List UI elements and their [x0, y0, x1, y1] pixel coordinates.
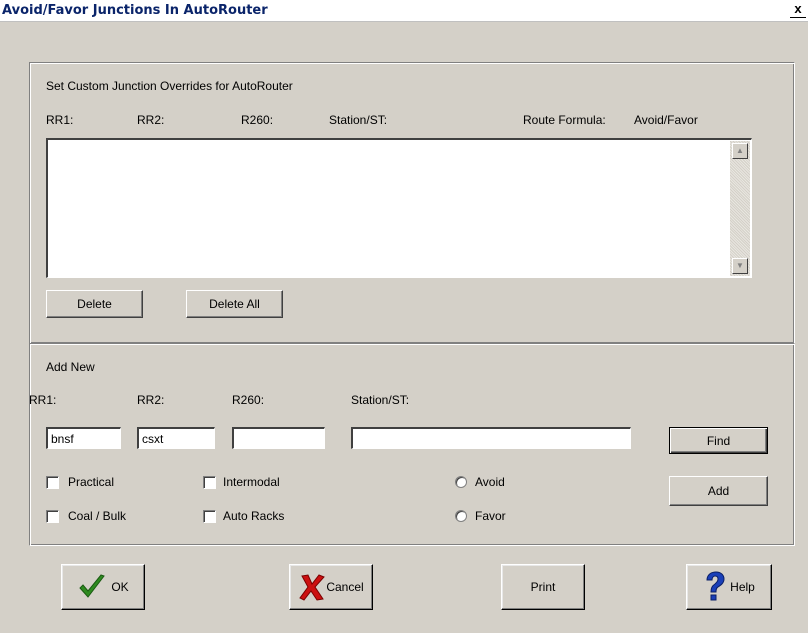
column-header-avoid-favor: Avoid/Favor: [634, 113, 698, 127]
delete-all-button[interactable]: Delete All: [186, 290, 283, 318]
column-header-rr1: RR1:: [46, 113, 74, 127]
auto-racks-checkbox[interactable]: Auto Racks: [203, 508, 284, 524]
favor-radio-circle[interactable]: [455, 510, 467, 522]
rr2-label: RR2:: [137, 393, 165, 407]
title-bar: Avoid/Favor Junctions In AutoRouter x: [0, 0, 808, 22]
favor-radio-label: Favor: [475, 509, 506, 523]
scroll-up-arrow-icon[interactable]: ▲: [732, 143, 748, 159]
avoid-radio[interactable]: Avoid: [455, 474, 505, 490]
scroll-down-arrow-icon[interactable]: ▼: [732, 258, 748, 274]
r260-label: R260:: [232, 393, 265, 407]
help-button[interactable]: Help: [686, 564, 772, 610]
cancel-button[interactable]: Cancel: [289, 564, 373, 610]
overrides-listbox[interactable]: ▲ ▼: [46, 138, 752, 278]
coal-bulk-checkbox-box[interactable]: [46, 509, 59, 523]
ok-button[interactable]: OK: [61, 564, 145, 610]
avoid-radio-circle[interactable]: [455, 476, 467, 488]
window-title: Avoid/Favor Junctions In AutoRouter: [2, 3, 268, 18]
red-x-icon: [298, 572, 326, 602]
auto-racks-checkbox-label: Auto Racks: [223, 509, 285, 523]
column-header-rr2: RR2:: [137, 113, 165, 127]
find-button[interactable]: Find: [669, 427, 768, 454]
help-button-label: Help: [730, 580, 755, 594]
station-label: Station/ST:: [351, 393, 410, 407]
practical-checkbox-label: Practical: [68, 475, 115, 489]
practical-checkbox-box[interactable]: [46, 475, 59, 489]
rr1-label: RR1:: [29, 393, 57, 407]
intermodal-checkbox-box[interactable]: [203, 475, 216, 489]
r260-input[interactable]: [232, 427, 325, 449]
rr2-input[interactable]: [137, 427, 215, 449]
ok-button-label: OK: [111, 580, 129, 594]
column-header-route-formula: Route Formula:: [523, 113, 606, 127]
coal-bulk-checkbox-label: Coal / Bulk: [68, 509, 127, 523]
add-new-group-label: Add New: [46, 360, 95, 374]
checkmark-icon: [77, 572, 107, 602]
delete-button[interactable]: Delete: [46, 290, 143, 318]
practical-checkbox[interactable]: Practical: [46, 474, 114, 490]
intermodal-checkbox[interactable]: Intermodal: [203, 474, 280, 490]
close-button[interactable]: x: [790, 2, 806, 18]
cancel-button-label: Cancel: [326, 580, 364, 594]
auto-racks-checkbox-box[interactable]: [203, 509, 216, 523]
question-mark-icon: [703, 571, 727, 603]
print-button-label: Print: [530, 580, 556, 594]
station-input[interactable]: [351, 427, 631, 449]
rr1-input[interactable]: [46, 427, 121, 449]
intermodal-checkbox-label: Intermodal: [223, 475, 280, 489]
favor-radio[interactable]: Favor: [455, 508, 506, 524]
column-header-station: Station/ST:: [329, 113, 388, 127]
avoid-radio-label: Avoid: [475, 475, 505, 489]
add-button[interactable]: Add: [669, 476, 768, 506]
print-button[interactable]: Print: [501, 564, 585, 610]
vertical-scrollbar[interactable]: ▲ ▼: [730, 141, 750, 276]
coal-bulk-checkbox[interactable]: Coal / Bulk: [46, 508, 126, 524]
overrides-group-label: Set Custom Junction Overrides for AutoRo…: [46, 79, 293, 93]
column-header-r260: R260:: [241, 113, 274, 127]
